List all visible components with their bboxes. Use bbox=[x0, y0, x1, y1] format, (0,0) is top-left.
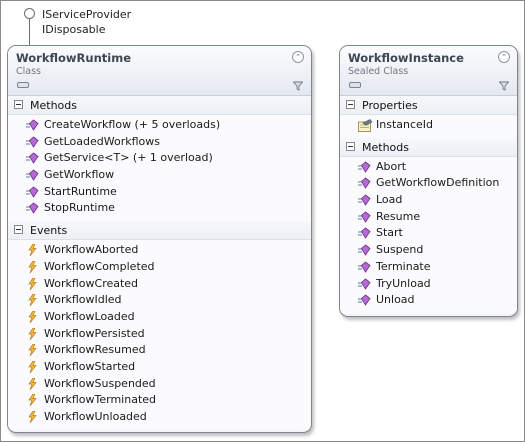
event-name: WorkflowCreated bbox=[44, 276, 139, 290]
event-member[interactable]: WorkflowPersisted bbox=[8, 326, 311, 343]
event-member[interactable]: WorkflowAborted bbox=[8, 242, 311, 259]
event-name: WorkflowAborted bbox=[44, 243, 139, 257]
class-header[interactable]: WorkflowInstance Sealed Class ⌃ bbox=[340, 46, 517, 96]
class-kind: Sealed Class bbox=[348, 66, 409, 77]
section-events[interactable]: Events bbox=[8, 221, 311, 241]
event-name: WorkflowUnloaded bbox=[44, 410, 147, 423]
event-name: WorkflowResumed bbox=[44, 343, 146, 357]
filter-icon[interactable] bbox=[499, 81, 509, 91]
method-member[interactable]: Start bbox=[340, 225, 517, 242]
event-name: WorkflowTerminated bbox=[44, 393, 157, 407]
event-member[interactable]: WorkflowUnloaded bbox=[8, 409, 311, 426]
method-name: Abort bbox=[376, 159, 407, 173]
section-label: Methods bbox=[30, 99, 77, 112]
section-label: Properties bbox=[362, 99, 418, 112]
method-member[interactable]: GetWorkflowDefinition bbox=[340, 175, 517, 192]
method-member[interactable]: StopRuntime bbox=[8, 200, 311, 217]
class-kind: Class bbox=[16, 66, 41, 77]
event-member[interactable]: WorkflowLoaded bbox=[8, 309, 311, 326]
event-member[interactable]: WorkflowCompleted bbox=[8, 259, 311, 276]
interface-circle-icon bbox=[24, 8, 35, 19]
method-name: TryUnload bbox=[376, 276, 431, 290]
method-member[interactable]: Suspend bbox=[340, 242, 517, 259]
method-member[interactable]: GetService<T> (+ 1 overload) bbox=[8, 150, 311, 167]
collapse-toggle-icon[interactable] bbox=[346, 100, 355, 109]
methods-list: CreateWorkflow (+ 5 overloads) GetLoadedW… bbox=[8, 115, 311, 222]
method-name: Suspend bbox=[376, 243, 424, 257]
section-properties[interactable]: Properties bbox=[340, 96, 517, 115]
method-member[interactable]: TryUnload bbox=[340, 276, 517, 293]
class-type-icon bbox=[349, 82, 361, 88]
interface-label: IDisposable bbox=[42, 23, 106, 36]
class-type-icon bbox=[17, 82, 29, 88]
event-member[interactable]: WorkflowSuspended bbox=[8, 376, 311, 393]
method-name: Resume bbox=[376, 209, 421, 223]
event-name: WorkflowCompleted bbox=[44, 259, 155, 273]
method-member[interactable]: Abort bbox=[340, 159, 517, 176]
method-member[interactable]: CreateWorkflow (+ 5 overloads) bbox=[8, 117, 311, 134]
event-member[interactable]: WorkflowTerminated bbox=[8, 392, 311, 409]
event-name: WorkflowPersisted bbox=[44, 326, 145, 340]
property-member[interactable]: InstanceId bbox=[340, 117, 517, 134]
property-name: InstanceId bbox=[376, 118, 434, 131]
methods-list: Abort GetWorkflowDefinition Load Resume Star… bbox=[340, 156, 517, 313]
method-name: GetWorkflow bbox=[44, 168, 115, 182]
class-shape-workflow-runtime[interactable]: WorkflowRuntime Class ⌃ Methods CreateWo… bbox=[7, 45, 312, 433]
method-name: GetWorkflowDefinition bbox=[376, 176, 500, 190]
collapse-icon[interactable]: ⌃ bbox=[292, 51, 304, 63]
filter-icon[interactable] bbox=[293, 81, 303, 91]
collapse-toggle-icon[interactable] bbox=[346, 141, 355, 151]
method-member[interactable]: Unload bbox=[340, 292, 517, 309]
method-name: CreateWorkflow (+ 5 overloads) bbox=[44, 118, 221, 131]
method-name: Unload bbox=[376, 293, 415, 307]
event-name: WorkflowLoaded bbox=[44, 309, 135, 323]
event-member[interactable]: WorkflowStarted bbox=[8, 359, 311, 376]
method-name: GetService<T> (+ 1 overload) bbox=[44, 151, 213, 165]
interface-label: IServiceProvider bbox=[42, 8, 132, 21]
method-member[interactable]: GetLoadedWorkflows bbox=[8, 134, 311, 151]
method-member[interactable]: GetWorkflow bbox=[8, 167, 311, 184]
events-list: WorkflowAborted WorkflowCompleted Workflow… bbox=[8, 240, 311, 430]
method-member[interactable]: Terminate bbox=[340, 259, 517, 276]
interface-lollipop[interactable]: IServiceProvider IDisposable bbox=[24, 6, 184, 49]
method-member[interactable]: Resume bbox=[340, 209, 517, 226]
class-header[interactable]: WorkflowRuntime Class ⌃ bbox=[8, 46, 311, 96]
event-name: WorkflowSuspended bbox=[44, 376, 156, 390]
event-member[interactable]: WorkflowResumed bbox=[8, 342, 311, 359]
collapse-toggle-icon[interactable] bbox=[14, 225, 23, 235]
event-member[interactable]: WorkflowIdled bbox=[8, 292, 311, 309]
class-title: WorkflowRuntime bbox=[16, 51, 131, 65]
method-name: Terminate bbox=[376, 259, 431, 273]
section-methods[interactable]: Methods bbox=[340, 137, 517, 157]
event-name: WorkflowStarted bbox=[44, 359, 136, 373]
method-name: GetLoadedWorkflows bbox=[44, 134, 160, 148]
section-label: Events bbox=[30, 224, 68, 238]
method-name: Start bbox=[376, 226, 403, 240]
section-methods[interactable]: Methods bbox=[8, 96, 311, 115]
method-member[interactable]: StartRuntime bbox=[8, 184, 311, 201]
class-title: WorkflowInstance bbox=[348, 51, 464, 65]
class-shape-workflow-instance[interactable]: WorkflowInstance Sealed Class ⌃ Properti… bbox=[339, 45, 518, 317]
collapse-icon[interactable]: ⌃ bbox=[498, 51, 510, 63]
section-label: Methods bbox=[362, 140, 409, 154]
method-member[interactable]: Load bbox=[340, 192, 517, 209]
event-member[interactable]: WorkflowCreated bbox=[8, 276, 311, 293]
collapse-toggle-icon[interactable] bbox=[14, 100, 23, 109]
method-name: StartRuntime bbox=[44, 184, 117, 198]
properties-list: InstanceId bbox=[340, 115, 517, 138]
method-name: StopRuntime bbox=[44, 201, 115, 215]
method-name: Load bbox=[376, 193, 403, 207]
event-name: WorkflowIdled bbox=[44, 293, 122, 307]
